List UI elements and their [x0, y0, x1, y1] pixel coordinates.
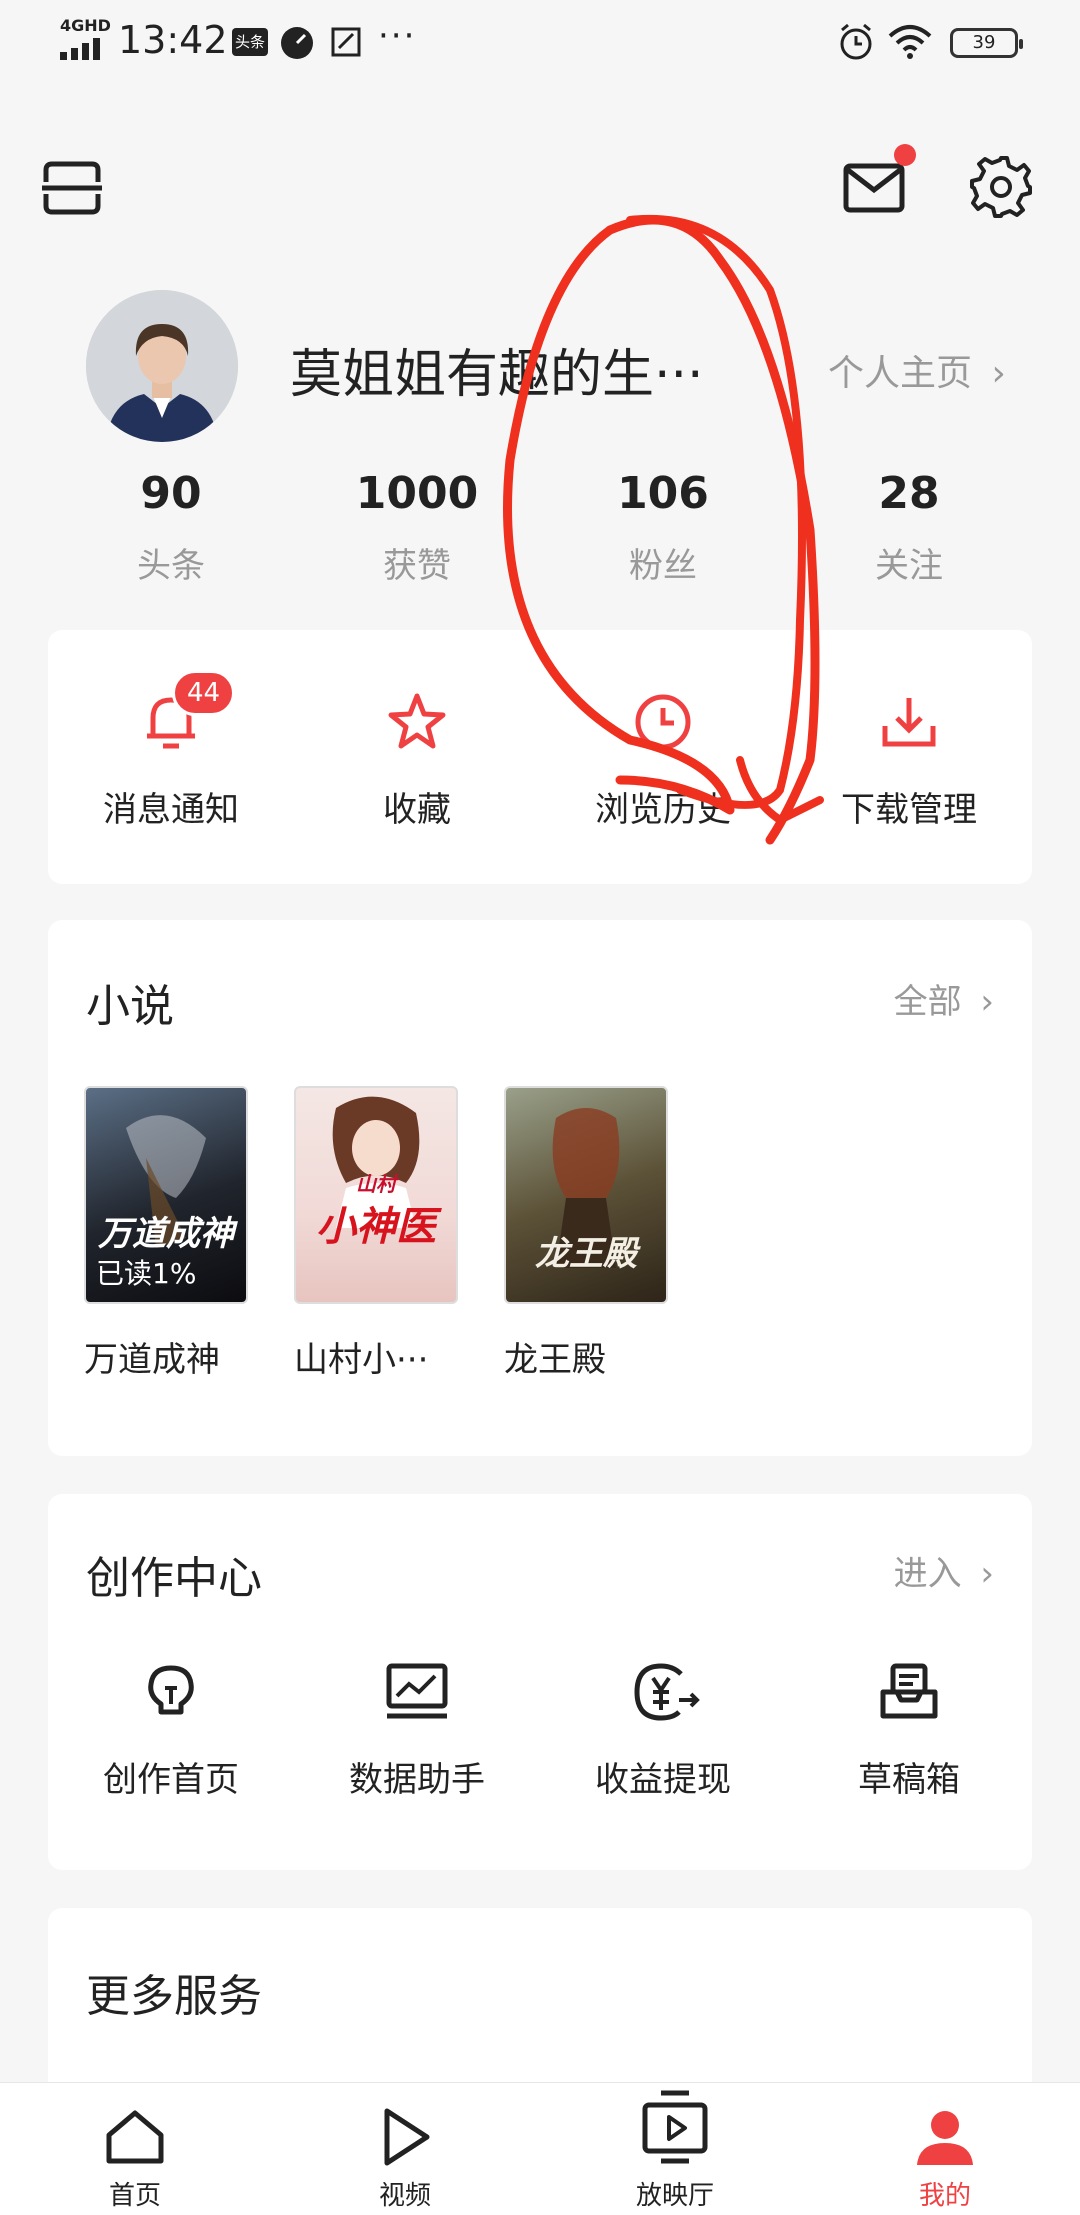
- personal-homepage-label: 个人主页: [828, 353, 973, 394]
- stat-headlines[interactable]: 90 头条: [48, 468, 294, 587]
- notifications-button[interactable]: 44 消息通知: [48, 630, 294, 884]
- drafts-button[interactable]: 草稿箱: [786, 1660, 1032, 1820]
- cover-tag: 山村: [356, 1172, 396, 1196]
- more-services-card: 更多服务: [48, 1908, 1032, 2108]
- novels-title: 小说: [86, 981, 174, 1032]
- nav-label: 首页: [108, 2181, 161, 2211]
- creator-center-enter-link[interactable]: 进入 ›: [894, 1546, 994, 1595]
- more-notifications: ···: [378, 16, 417, 56]
- creator-item-label: 创作首页: [103, 1760, 239, 1800]
- book-item[interactable]: 龙王殿 龙王殿: [504, 1086, 668, 1381]
- creator-center-title: 创作中心: [86, 1553, 262, 1604]
- cover-title: 万道成神: [98, 1214, 234, 1254]
- enter-label: 进入: [893, 1554, 962, 1594]
- tv-icon: [642, 2090, 708, 2164]
- wifi-icon: [888, 25, 932, 59]
- battery-indicator: 39: [950, 28, 1023, 58]
- chevron-right-icon: ›: [980, 982, 994, 1022]
- personal-homepage-link[interactable]: 个人主页 ›: [828, 344, 1006, 396]
- gear-icon[interactable]: [968, 154, 1034, 220]
- lightbulb-icon: [148, 1665, 194, 1715]
- more-services-title: 更多服务: [86, 1971, 262, 2022]
- mail-icon[interactable]: [842, 156, 906, 220]
- stat-label: 头条: [137, 546, 205, 586]
- signal-icon: [60, 38, 104, 60]
- yuan-icon: [634, 1663, 700, 1721]
- person-icon: [917, 2111, 973, 2165]
- red-scribble-annotation: [503, 214, 824, 845]
- alarm-icon: [840, 23, 872, 60]
- book-title: 山村小···: [294, 1340, 429, 1380]
- cover-title: 龙王殿: [535, 1234, 637, 1274]
- chart-icon: [386, 1663, 448, 1719]
- speed-icon: [281, 27, 313, 59]
- chevron-right-icon: ›: [980, 1554, 994, 1594]
- draft-box-icon: [880, 1663, 938, 1719]
- screenshot-icon: [331, 27, 361, 57]
- creator-center-card: 创作中心 进入 › 创作首页 数据助手 收益提现 草稿箱: [48, 1494, 1032, 1870]
- bottom-nav: 首页 视频 放映厅 我的: [0, 2082, 1080, 2215]
- chevron-right-icon: ›: [991, 353, 1006, 394]
- unread-dot: [894, 144, 916, 166]
- reading-progress: 已读1%: [96, 1257, 197, 1290]
- home-icon: [106, 2110, 164, 2164]
- action-label: 消息通知: [103, 790, 239, 830]
- book-cover: 龙王殿: [504, 1086, 668, 1304]
- network-type: 4GHD: [60, 16, 111, 35]
- cover-title: 小神医: [316, 1204, 436, 1250]
- novels-all-link[interactable]: 全部 ›: [894, 974, 994, 1023]
- avatar[interactable]: [86, 290, 238, 442]
- nav-label: 我的: [918, 2181, 971, 2211]
- data-assistant-button[interactable]: 数据助手: [294, 1660, 540, 1820]
- creator-item-label: 草稿箱: [858, 1760, 960, 1800]
- earnings-withdraw-button[interactable]: 收益提现: [540, 1660, 786, 1820]
- creator-item-label: 数据助手: [349, 1760, 485, 1800]
- book-cover: 万道成神 已读1%: [84, 1086, 248, 1304]
- play-icon: [384, 2108, 430, 2166]
- book-title: 万道成神: [84, 1340, 220, 1380]
- creator-home-button[interactable]: 创作首页: [48, 1660, 294, 1820]
- star-icon: [388, 693, 446, 749]
- status-time: 13:42: [118, 18, 228, 62]
- book-item[interactable]: 山村 小神医 山村小···: [294, 1086, 458, 1381]
- download-icon: [882, 698, 936, 747]
- notification-count-badge: 44: [172, 670, 236, 716]
- stat-value: 90: [140, 468, 202, 519]
- creator-item-label: 收益提现: [595, 1760, 731, 1800]
- book-cover: 山村 小神医: [294, 1086, 458, 1304]
- nav-label: 视频: [378, 2181, 431, 2211]
- app-notification-icon: 头条: [232, 28, 269, 56]
- all-label: 全部: [893, 982, 962, 1022]
- scan-icon[interactable]: [40, 156, 104, 220]
- status-bar: 4GHD 13:42 头条 ··· 39: [0, 0, 1080, 90]
- book-item[interactable]: 万道成神 已读1% 万道成神: [84, 1086, 248, 1381]
- nav-label: 放映厅: [635, 2181, 714, 2211]
- book-title: 龙王殿: [504, 1340, 606, 1380]
